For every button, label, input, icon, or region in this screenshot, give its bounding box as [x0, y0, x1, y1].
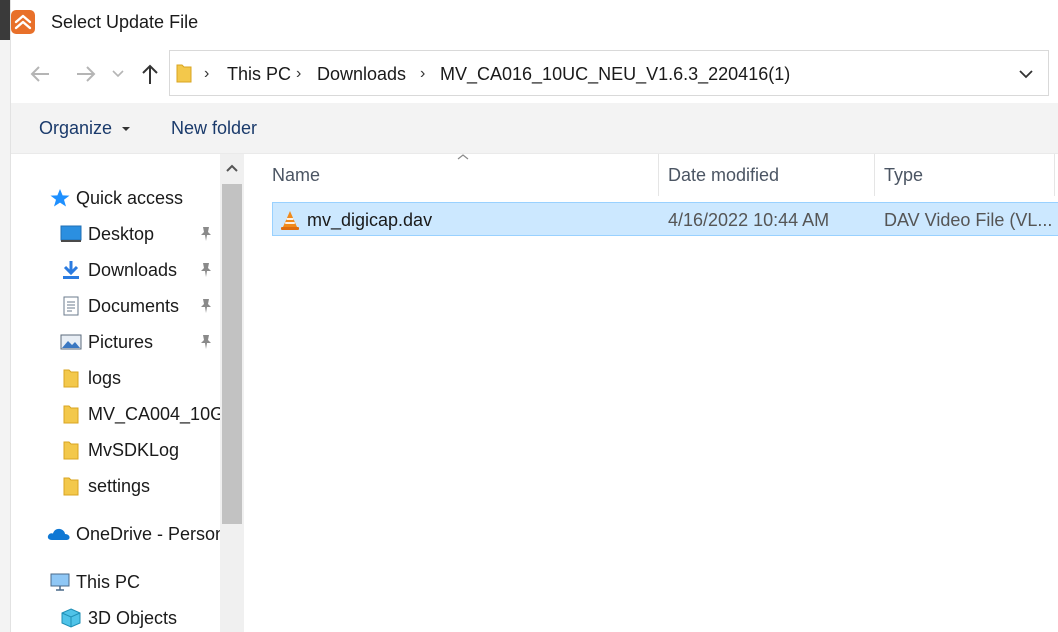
- breadcrumb-current-folder[interactable]: MV_CA016_10UC_NEU_V1.6.3_220416(1): [440, 64, 790, 85]
- nav-item-pictures[interactable]: Pictures: [11, 326, 221, 358]
- cloud-icon: [47, 528, 70, 540]
- organize-button[interactable]: Organize: [39, 118, 131, 139]
- nav-label: Downloads: [88, 260, 178, 280]
- computer-icon: [50, 573, 70, 591]
- caret-down-icon: [122, 127, 131, 132]
- forward-button[interactable]: [72, 60, 100, 88]
- nav-item-desktop[interactable]: Desktop: [11, 218, 221, 250]
- chevron-down-icon: [112, 70, 124, 78]
- star-icon: [50, 189, 70, 207]
- window-title: Select Update File: [51, 12, 199, 32]
- file-list: Name Date modified Type mv_digicap.dav 4…: [246, 154, 1058, 632]
- nav-label: MvSDKLog: [88, 440, 180, 460]
- pictures-icon: [60, 334, 82, 350]
- breadcrumb-this-pc[interactable]: This PC: [227, 64, 291, 85]
- nav-label: Documents: [88, 296, 180, 316]
- file-name: mv_digicap.dav: [307, 210, 433, 230]
- pin-icon: [201, 335, 211, 349]
- nav-item-mv-ca004[interactable]: MV_CA004_10GC: [11, 398, 221, 430]
- command-bar: [11, 103, 1058, 154]
- scroll-thumb[interactable]: [222, 184, 242, 524]
- chevron-up-icon: [226, 164, 238, 172]
- folder-icon: [176, 64, 192, 83]
- nav-item-settings[interactable]: settings: [11, 470, 221, 502]
- nav-label: Desktop: [88, 224, 155, 244]
- up-button[interactable]: [136, 60, 164, 88]
- nav-label: settings: [88, 476, 151, 496]
- folder-icon: [63, 477, 79, 496]
- arrow-up-icon: [142, 64, 158, 84]
- back-button[interactable]: [26, 60, 54, 88]
- download-icon: [63, 261, 79, 279]
- pin-icon: [201, 299, 211, 313]
- column-header-type[interactable]: Type: [884, 154, 1054, 196]
- recent-locations-button[interactable]: [108, 60, 128, 88]
- folder-icon: [63, 441, 79, 460]
- arrow-left-icon: [30, 66, 49, 82]
- file-row-selected[interactable]: mv_digicap.dav 4/16/2022 10:44 AM DAV Vi…: [272, 202, 1058, 236]
- column-header-name[interactable]: Name: [272, 154, 658, 196]
- column-divider: [1054, 154, 1055, 196]
- scroll-up-button[interactable]: [220, 154, 244, 182]
- nav-3d-objects[interactable]: 3D Objects: [11, 602, 221, 632]
- file-date-modified: 4/16/2022 10:44 AM: [668, 210, 830, 230]
- nav-this-pc[interactable]: This PC: [11, 566, 221, 598]
- pin-icon: [201, 263, 211, 277]
- chevron-right-icon: ›: [204, 65, 210, 82]
- chevron-right-icon: ›: [296, 65, 302, 82]
- nav-quick-access[interactable]: Quick access: [11, 182, 221, 214]
- new-folder-button[interactable]: New folder: [171, 118, 257, 139]
- column-divider: [658, 154, 659, 196]
- nav-label: OneDrive - Person: [76, 524, 221, 544]
- address-bar[interactable]: › This PC › Downloads › MV_CA016_10UC_NE…: [169, 50, 1049, 96]
- background-window-edge: [0, 0, 11, 632]
- app-logo-icon: [11, 10, 35, 34]
- chevron-down-icon: [1019, 70, 1033, 79]
- nav-item-documents[interactable]: Documents: [11, 290, 221, 322]
- nav-onedrive[interactable]: OneDrive - Person: [11, 518, 221, 550]
- desktop-icon: [60, 225, 82, 242]
- navigation-pane: Quick access Desktop Downloads Documents…: [11, 154, 245, 632]
- organize-label: Organize: [39, 118, 113, 138]
- nav-pane-scrollbar[interactable]: [220, 154, 244, 632]
- chevron-right-icon: ›: [420, 65, 426, 82]
- nav-label: logs: [88, 368, 122, 388]
- nav-label: This PC: [76, 572, 141, 592]
- folder-icon: [63, 405, 79, 424]
- column-divider: [874, 154, 875, 196]
- nav-label: MV_CA004_10GC: [88, 404, 221, 424]
- column-header-date-modified[interactable]: Date modified: [668, 154, 874, 196]
- document-icon: [63, 296, 79, 316]
- pin-icon: [201, 227, 211, 241]
- nav-item-downloads[interactable]: Downloads: [11, 254, 221, 286]
- nav-item-mvsdklog[interactable]: MvSDKLog: [11, 434, 221, 466]
- breadcrumb-downloads[interactable]: Downloads: [317, 64, 406, 85]
- vlc-cone-icon: [281, 211, 299, 230]
- arrow-right-icon: [77, 66, 96, 82]
- nav-label: Quick access: [76, 188, 184, 208]
- file-type: DAV Video File (VL...: [884, 210, 1053, 230]
- nav-label: Pictures: [88, 332, 154, 352]
- nav-item-logs[interactable]: logs: [11, 362, 221, 394]
- cube-3d-icon: [61, 608, 81, 628]
- nav-label: 3D Objects: [88, 608, 178, 628]
- folder-icon: [63, 369, 79, 388]
